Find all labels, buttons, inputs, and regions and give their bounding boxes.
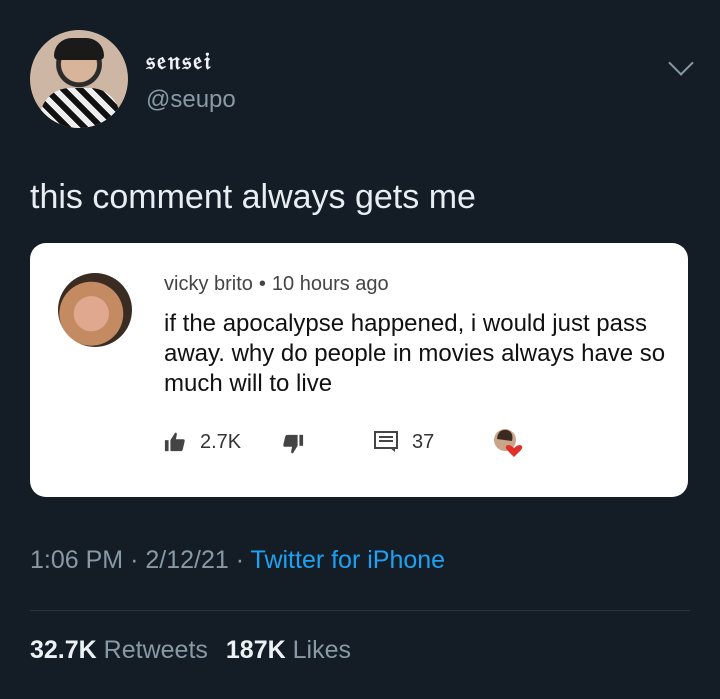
retweets-label: Retweets: [103, 636, 208, 664]
likes-stat[interactable]: 187K Likes: [226, 636, 351, 664]
meta-separator: ·: [130, 546, 139, 574]
thumbs-down-icon: [283, 434, 304, 454]
author-display-name[interactable]: 𝔰𝔢𝔫𝔰𝔢𝔦: [146, 46, 212, 75]
comment-reply-count: 37: [412, 431, 435, 453]
comment-meta-separator: •: [258, 273, 266, 295]
reply-icon: [374, 431, 398, 452]
embedded-comment-card: vicky brito • 10 hours ago if the apocalyp…: [30, 243, 688, 497]
heart-icon: [494, 429, 523, 457]
comment-actions: 2.7K 37: [164, 429, 664, 459]
comment-time: 10 hours ago: [271, 273, 389, 295]
tweet-source-link[interactable]: Twitter for iPhone: [251, 546, 446, 574]
commenter-avatar: [58, 273, 132, 347]
likes-count: 187K: [225, 636, 286, 664]
likes-label: Likes: [292, 636, 351, 664]
comment-like-count: 2.7K: [200, 431, 242, 453]
comment-body: if the apocalypse happened, i would just…: [164, 310, 666, 397]
tweet-stats: 32.7K Retweets 187K Likes: [30, 636, 351, 665]
meta-separator: ·: [235, 546, 245, 574]
thumbs-up-icon: [164, 432, 185, 452]
divider: [30, 610, 690, 611]
tweet-header: 𝔰𝔢𝔫𝔰𝔢𝔦 @seupo: [30, 30, 694, 130]
tweet-date: 2/12/21: [145, 546, 229, 574]
author-avatar[interactable]: [30, 30, 128, 128]
tweet-time: 1:06 PM: [30, 546, 124, 574]
comment-meta: vicky brito • 10 hours ago: [164, 273, 389, 296]
retweets-stat[interactable]: 32.7K Retweets: [30, 636, 208, 664]
author-handle[interactable]: @seupo: [146, 86, 236, 114]
tweet-timestamp: 1:06 PM · 2/12/21 · Twitter for iPhone: [30, 546, 445, 575]
tweet-text: this comment always gets me: [30, 178, 476, 216]
retweets-count: 32.7K: [30, 636, 97, 664]
chevron-down-icon[interactable]: [668, 50, 694, 76]
commenter-name: vicky brito: [164, 273, 253, 295]
